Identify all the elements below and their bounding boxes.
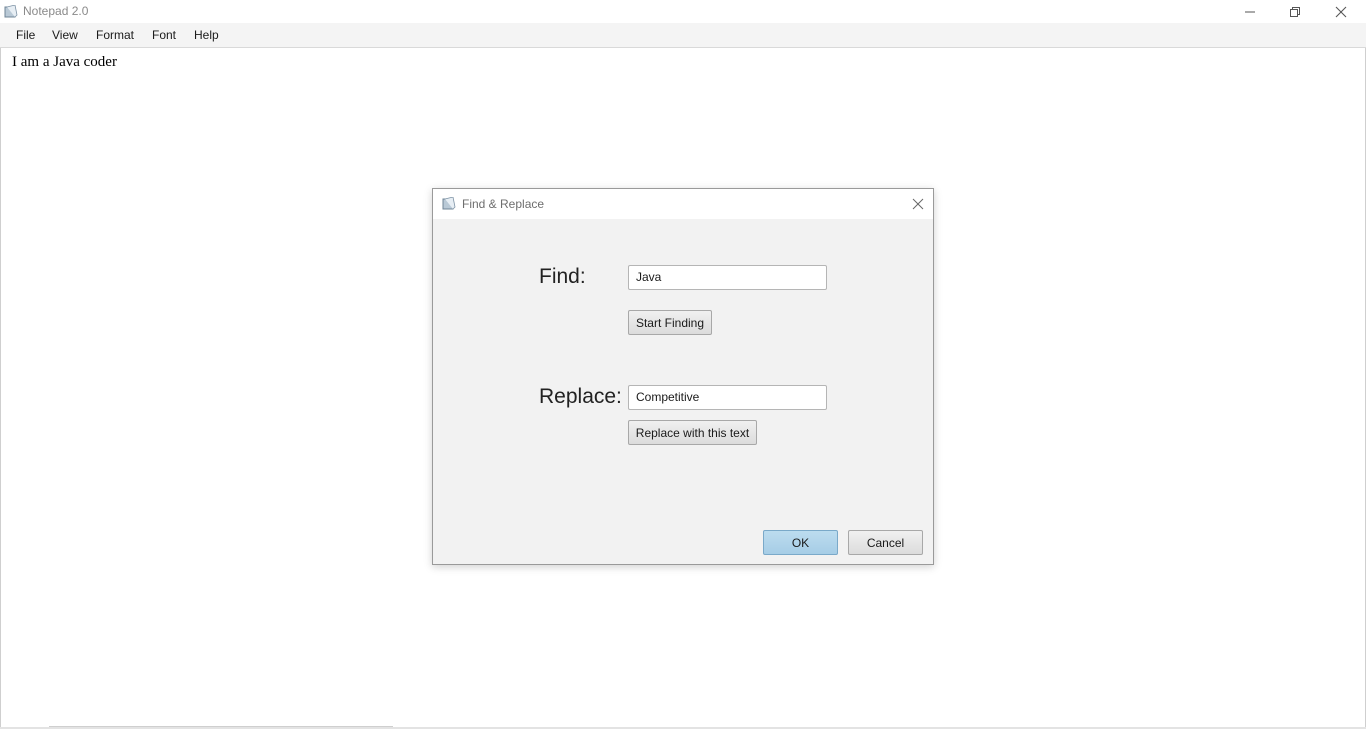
ok-button[interactable]: OK: [763, 530, 838, 555]
menu-bar: File View Format Font Help: [0, 23, 1366, 48]
start-finding-button[interactable]: Start Finding: [628, 310, 712, 335]
find-label: Find:: [539, 265, 586, 288]
close-button[interactable]: [1318, 0, 1364, 23]
replace-input[interactable]: Competitive: [628, 385, 827, 410]
window-title: Notepad 2.0: [23, 4, 89, 18]
notepad-app-icon: [4, 5, 18, 18]
dialog-title-bar: Find & Replace: [433, 189, 933, 219]
menu-help[interactable]: Help: [194, 28, 219, 42]
editor-content: I am a Java coder: [12, 54, 117, 70]
menu-format[interactable]: Format: [96, 28, 134, 42]
restore-icon: [1290, 6, 1300, 17]
cancel-button[interactable]: Cancel: [848, 530, 923, 555]
find-input[interactable]: Java: [628, 265, 827, 290]
replace-label: Replace:: [539, 385, 622, 408]
dialog-close-button[interactable]: [908, 194, 928, 214]
notepad-window: Notepad 2.0 File View Format Font Help I…: [0, 0, 1366, 729]
notepad-app-icon: [442, 197, 456, 210]
menu-view[interactable]: View: [52, 28, 78, 42]
restore-button[interactable]: [1272, 0, 1318, 23]
minimize-button[interactable]: [1227, 0, 1273, 23]
title-bar: Notepad 2.0: [0, 0, 1366, 23]
find-replace-dialog: Find & Replace Find: Java Start Finding …: [432, 188, 934, 565]
replace-with-text-button[interactable]: Replace with this text: [628, 420, 757, 445]
menu-font[interactable]: Font: [152, 28, 176, 42]
dialog-title: Find & Replace: [462, 197, 545, 211]
minimize-icon: [1245, 11, 1255, 12]
menu-file[interactable]: File: [16, 28, 35, 42]
close-icon: [912, 198, 924, 210]
close-icon: [1335, 6, 1347, 17]
